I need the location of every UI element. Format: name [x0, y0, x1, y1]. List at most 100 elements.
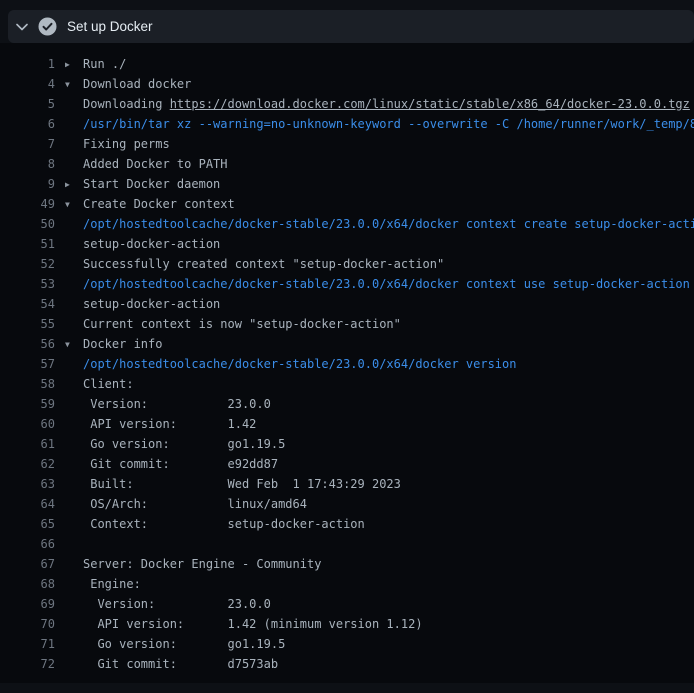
log-line: 60 API version: 1.42 — [0, 414, 694, 434]
log-line: 64 OS/Arch: linux/amd64 — [0, 494, 694, 514]
log-text: Version: 23.0.0 — [83, 394, 271, 414]
line-number[interactable]: 69 — [0, 594, 55, 614]
group-title: Start Docker daemon — [83, 177, 220, 191]
log-text: Go version: go1.19.5 — [83, 634, 285, 654]
line-number[interactable]: 61 — [0, 434, 55, 454]
log-line: 67Server: Docker Engine - Community — [0, 554, 694, 574]
line-number[interactable]: 71 — [0, 634, 55, 654]
log-text: Current context is now "setup-docker-act… — [83, 314, 401, 334]
group-title: Create Docker context — [83, 197, 235, 211]
log-line: 1 ▶Run ./ — [0, 54, 694, 74]
line-number[interactable]: 54 — [0, 294, 55, 314]
line-number[interactable]: 57 — [0, 354, 55, 374]
line-number[interactable]: 60 — [0, 414, 55, 434]
line-number[interactable]: 53 — [0, 274, 55, 294]
log-line: 4 ▼Download docker — [0, 74, 694, 94]
log-line: 6/usr/bin/tar xz --warning=no-unknown-ke… — [0, 114, 694, 134]
log-text: Version: 23.0.0 — [83, 594, 271, 614]
log-line: 66 — [0, 534, 694, 554]
line-number[interactable]: 67 — [0, 554, 55, 574]
line-number[interactable]: 51 — [0, 234, 55, 254]
log-text: Go version: go1.19.5 — [83, 434, 285, 454]
log-line: 61 Go version: go1.19.5 — [0, 434, 694, 454]
log-line: 53/opt/hostedtoolcache/docker-stable/23.… — [0, 274, 694, 294]
line-number[interactable]: 58 — [0, 374, 55, 394]
step-title: Set up Docker — [67, 19, 153, 34]
line-number[interactable]: 55 — [0, 314, 55, 334]
log-command: /opt/hostedtoolcache/docker-stable/23.0.… — [83, 214, 694, 234]
log-text: Built: Wed Feb 1 17:43:29 2023 — [83, 474, 401, 494]
line-number[interactable]: 62 — [0, 454, 55, 474]
log-line: 54 setup-docker-action — [0, 294, 694, 314]
log-line: 68 Engine: — [0, 574, 694, 594]
log-text: API version: 1.42 (minimum version 1.12) — [83, 614, 423, 634]
log-line: 72 Git commit: d7573ab — [0, 654, 694, 674]
step-header[interactable]: Set up Docker — [8, 10, 694, 43]
line-number[interactable]: 64 — [0, 494, 55, 514]
group-collapse-icon[interactable]: ▼ — [65, 335, 83, 354]
log-text: Git commit: e92dd87 — [83, 454, 278, 474]
group-collapse-icon[interactable]: ▼ — [65, 195, 83, 214]
check-circle-icon — [38, 17, 57, 36]
line-number[interactable]: 4 — [0, 74, 55, 94]
log-text: API version: 1.42 — [83, 414, 256, 434]
log-line: 71 Go version: go1.19.5 — [0, 634, 694, 654]
line-number[interactable]: 6 — [0, 114, 55, 134]
log-line: 49 ▼Create Docker context — [0, 194, 694, 214]
group-header[interactable]: ▼Download docker — [65, 74, 191, 94]
group-title: Docker info — [83, 337, 162, 351]
line-number[interactable]: 70 — [0, 614, 55, 634]
line-number[interactable]: 65 — [0, 514, 55, 534]
log-line: 7 Fixing perms — [0, 134, 694, 154]
log-line: 55 Current context is now "setup-docker-a… — [0, 314, 694, 334]
log-text: Downloading https://download.docker.com/… — [83, 94, 690, 114]
log-text: Engine: — [83, 574, 141, 594]
log-command: /usr/bin/tar xz --warning=no-unknown-key… — [83, 114, 694, 134]
group-header[interactable]: ▼Docker info — [65, 334, 162, 354]
line-number[interactable]: 59 — [0, 394, 55, 414]
group-header[interactable]: ▼Create Docker context — [65, 194, 235, 214]
log-text: setup-docker-action — [83, 294, 220, 314]
log-text: OS/Arch: linux/amd64 — [83, 494, 307, 514]
log-text: Added Docker to PATH — [83, 154, 228, 174]
line-number[interactable]: 66 — [0, 534, 55, 554]
log-line: 51setup-docker-action — [0, 234, 694, 254]
log-text: Successfully created context "setup-dock… — [83, 254, 444, 274]
log-line: 5 Downloading https://download.docker.com… — [0, 94, 694, 114]
log-line: 8 Added Docker to PATH — [0, 154, 694, 174]
line-number[interactable]: 50 — [0, 214, 55, 234]
log-line: 57/opt/hostedtoolcache/docker-stable/23.… — [0, 354, 694, 374]
line-number[interactable]: 68 — [0, 574, 55, 594]
group-header[interactable]: ▶Start Docker daemon — [65, 174, 220, 194]
group-title: Run ./ — [83, 57, 126, 71]
log-line: 56 ▼Docker info — [0, 334, 694, 354]
group-expand-icon[interactable]: ▶ — [65, 55, 83, 74]
log-line: 58Client: — [0, 374, 694, 394]
line-number[interactable]: 1 — [0, 54, 55, 74]
line-number[interactable]: 5 — [0, 94, 55, 114]
line-number[interactable]: 9 — [0, 174, 55, 194]
log-text: Context: setup-docker-action — [83, 514, 365, 534]
log-command: /opt/hostedtoolcache/docker-stable/23.0.… — [83, 354, 516, 374]
log-line: 52 Successfully created context "setup-do… — [0, 254, 694, 274]
group-collapse-icon[interactable]: ▼ — [65, 75, 83, 94]
log-line: 63 Built: Wed Feb 1 17:43:29 2023 — [0, 474, 694, 494]
line-number[interactable]: 56 — [0, 334, 55, 354]
log-link[interactable]: https://download.docker.com/linux/static… — [170, 97, 690, 111]
group-title: Download docker — [83, 77, 191, 91]
line-number[interactable]: 7 — [0, 134, 55, 154]
group-expand-icon[interactable]: ▶ — [65, 175, 83, 194]
log-text: Git commit: d7573ab — [83, 654, 278, 674]
log-body: 1▶Run ./4▼Download docker5Downloading ht… — [0, 43, 694, 683]
line-number[interactable]: 63 — [0, 474, 55, 494]
log-text: Fixing perms — [83, 134, 170, 154]
chevron-down-icon[interactable] — [16, 21, 28, 33]
line-number[interactable]: 52 — [0, 254, 55, 274]
line-number[interactable]: 8 — [0, 154, 55, 174]
log-line: 65 Context: setup-docker-action — [0, 514, 694, 534]
line-number[interactable]: 72 — [0, 654, 55, 674]
log-line: 50/opt/hostedtoolcache/docker-stable/23.… — [0, 214, 694, 234]
log-line: 69 Version: 23.0.0 — [0, 594, 694, 614]
group-header[interactable]: ▶Run ./ — [65, 54, 126, 74]
line-number[interactable]: 49 — [0, 194, 55, 214]
